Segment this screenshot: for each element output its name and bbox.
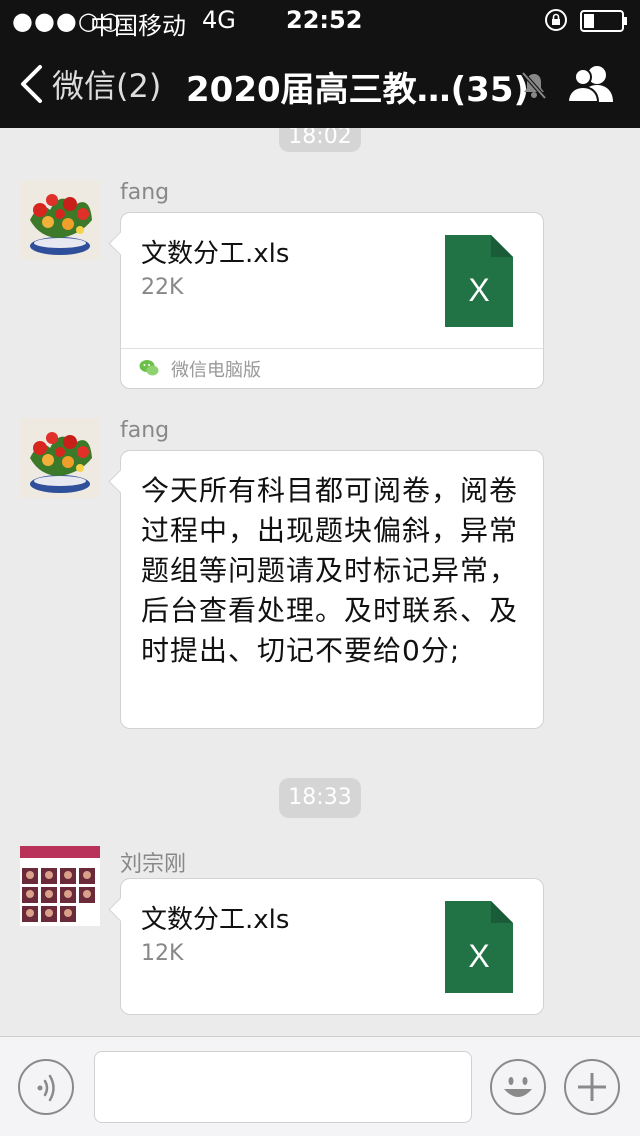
network-type: 4G [202,6,236,34]
excel-letter: X [468,938,489,974]
back-button[interactable]: 微信(2) [18,62,161,106]
file-size: 22K [141,275,184,300]
status-time: 22:52 [286,6,363,34]
message-timestamp: 18:02 [279,128,361,152]
file-name: 文数分工.xls [141,239,290,269]
top-bar: ●●●○○ 中国移动 4G 22:52 微信(2) 2020届高三教…(35) [0,0,640,128]
file-message-bubble[interactable]: 文数分工.xls 12K X [120,878,544,1015]
more-options-button[interactable] [564,1059,620,1115]
plus-icon [578,1073,606,1101]
chevron-left-icon [21,65,42,103]
file-source-footer: 微信电脑版 [121,348,543,388]
message-input-bar [0,1036,640,1136]
file-size: 12K [141,941,184,966]
file-name: 文数分工.xls [141,905,290,935]
message-text: 今天所有科目都可阅卷，阅卷过程中，出现题块偏斜，异常题组等问题请及时标记异常，后… [141,474,519,667]
back-label: 微信(2) [52,67,162,105]
mute-bell-icon [521,71,547,100]
file-message-bubble[interactable]: 文数分工.xls 22K X 微信电脑版 [120,212,544,389]
status-bar: ●●●○○ 中国移动 4G 22:52 [0,0,640,40]
sender-name: fang [120,418,170,443]
navigation-bar: 微信(2) 2020届高三教…(35) [0,40,640,128]
sender-avatar[interactable] [20,418,100,498]
group-members-icon[interactable] [566,64,616,104]
sender-name: fang [120,180,170,205]
flower-arrangement-image [20,180,100,260]
chat-title: 2020届高三教…(35) [186,70,530,110]
rotation-lock-icon [545,9,567,31]
sender-avatar[interactable] [20,180,100,260]
excel-file-icon: X [445,235,513,327]
voice-wave-icon [37,1074,55,1102]
source-label: 微信电脑版 [171,360,261,381]
smiley-face-icon [504,1077,532,1097]
message-text-input[interactable] [94,1051,472,1123]
sender-name: 刘宗刚 [120,852,187,877]
text-message-bubble[interactable]: 今天所有科目都可阅卷，阅卷过程中，出现题块偏斜，异常题组等问题请及时标记异常，后… [120,450,544,729]
excel-letter: X [468,272,489,308]
photo-grid-image [20,846,100,926]
wechat-icon [139,360,159,376]
excel-file-icon: X [445,901,513,993]
message-timestamp: 18:33 [279,778,361,818]
emoji-button[interactable] [490,1059,546,1115]
voice-input-button[interactable] [18,1059,74,1115]
chat-message-list[interactable]: 18:02 fang 文数分工.xls 22K X 微信电脑版 fang 今天所… [0,128,640,1036]
sender-avatar[interactable] [20,846,100,926]
flower-arrangement-image [20,418,100,498]
carrier-name: 中国移动 [90,12,186,40]
battery-icon [580,10,627,32]
